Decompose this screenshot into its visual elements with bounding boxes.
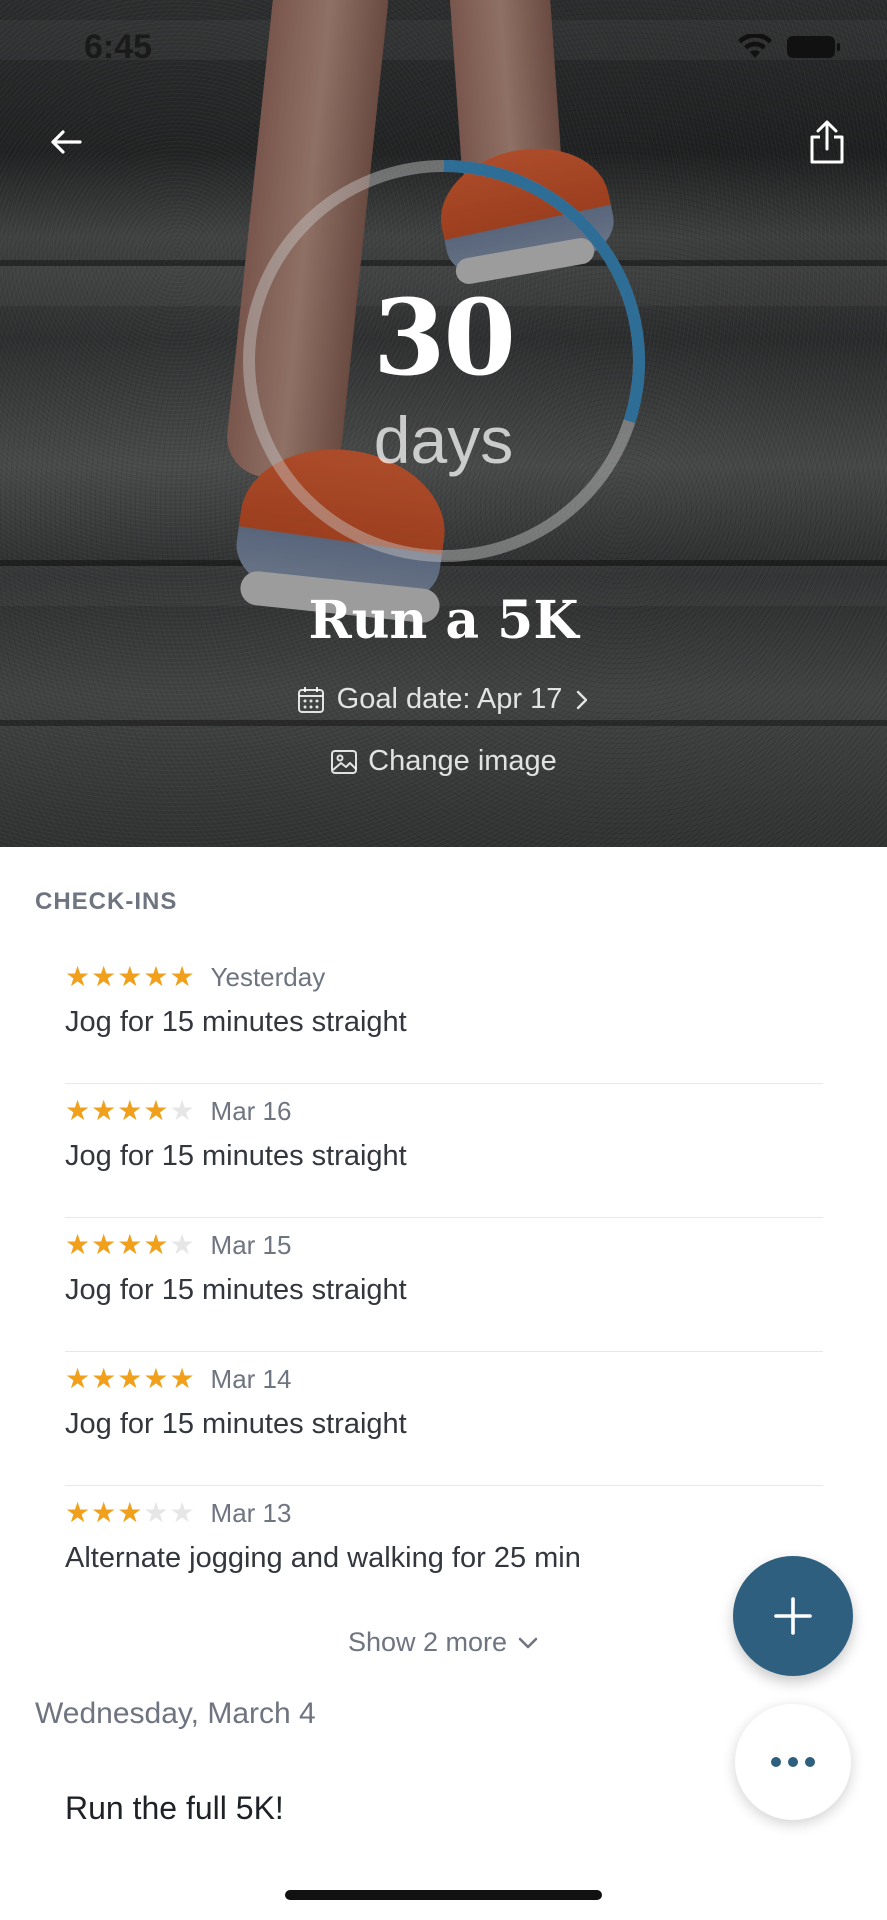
- star-empty-icon: ★: [169, 1497, 195, 1528]
- star-filled-icon: ★: [65, 1229, 91, 1260]
- star-filled-icon: ★: [169, 961, 195, 992]
- star-rating: ★ ★ ★ ★ ★: [65, 1365, 195, 1393]
- hero-header: 6:45 30 days Run a 5K Goal date: Apr 17 …: [0, 0, 887, 847]
- star-filled-icon: ★: [117, 1497, 143, 1528]
- calendar-icon: [297, 686, 324, 713]
- share-icon: [810, 120, 844, 164]
- star-filled-icon: ★: [143, 1095, 169, 1126]
- checkin-text: Jog for 15 minutes straight: [65, 1408, 407, 1440]
- star-rating: ★ ★ ★ ★ ★: [65, 963, 195, 991]
- day-header: Wednesday, March 4: [35, 1697, 316, 1730]
- star-filled-icon: ★: [143, 961, 169, 992]
- checkin-text: Jog for 15 minutes straight: [65, 1274, 407, 1306]
- ellipsis-icon: [771, 1757, 815, 1767]
- image-icon: [331, 749, 358, 774]
- back-button[interactable]: [36, 112, 96, 172]
- star-filled-icon: ★: [117, 1363, 143, 1394]
- star-filled-icon: ★: [143, 1229, 169, 1260]
- change-image-label: Change image: [368, 745, 557, 777]
- star-empty-icon: ★: [143, 1497, 169, 1528]
- checkin-item[interactable]: ★ ★ ★ ★ ★ Mar 14 Jog for 15 minutes straight: [65, 1352, 823, 1486]
- star-filled-icon: ★: [65, 1095, 91, 1126]
- day-count: 30: [373, 276, 516, 399]
- checkin-date: Mar 15: [210, 1229, 292, 1260]
- star-rating: ★ ★ ★ ★ ★: [65, 1097, 195, 1125]
- checkin-item[interactable]: ★ ★ ★ ★ ★ Mar 16 Jog for 15 minutes straight: [65, 1084, 823, 1218]
- star-filled-icon: ★: [65, 1363, 91, 1394]
- star-empty-icon: ★: [169, 1229, 195, 1260]
- star-filled-icon: ★: [91, 1229, 117, 1260]
- checkin-item[interactable]: ★ ★ ★ ★ ★ Yesterday Jog for 15 minutes strai…: [65, 950, 823, 1084]
- goal-title: Run a 5K: [308, 590, 579, 651]
- checkin-item[interactable]: ★ ★ ★ ★ ★ Mar 13 Alternate jogging and walki…: [65, 1486, 823, 1620]
- checkin-item[interactable]: ★ ★ ★ ★ ★ Mar 15 Jog for 15 minutes straight: [65, 1218, 823, 1352]
- checkin-list: ★ ★ ★ ★ ★ Yesterday Jog for 15 minutes strai…: [65, 950, 823, 1620]
- chevron-right-icon: [577, 690, 588, 709]
- show-more-label: Show 2 more: [347, 1627, 508, 1657]
- wifi-icon: [738, 34, 772, 58]
- checkins-header: CHECK-INS: [35, 888, 178, 915]
- goal-date-label: Goal date: Apr 17: [336, 683, 563, 715]
- star-filled-icon: ★: [169, 1363, 195, 1394]
- star-rating: ★ ★ ★ ★ ★: [65, 1231, 195, 1259]
- checkin-date: Mar 14: [210, 1363, 292, 1394]
- checkin-date: Mar 13: [210, 1497, 292, 1528]
- status-bar: 6:45: [0, 0, 887, 100]
- checkin-text: Jog for 15 minutes straight: [65, 1140, 407, 1172]
- checkin-date: Mar 16: [210, 1095, 292, 1126]
- plus-icon: [774, 1597, 812, 1635]
- day-count-unit: days: [373, 403, 514, 477]
- chevron-down-icon: [518, 1637, 538, 1648]
- star-empty-icon: ★: [169, 1095, 195, 1126]
- battery-icon: [787, 36, 840, 58]
- star-filled-icon: ★: [91, 1095, 117, 1126]
- change-image-button[interactable]: Change image: [0, 745, 887, 778]
- star-filled-icon: ★: [91, 1363, 117, 1394]
- status-icons: [737, 34, 840, 60]
- home-indicator: [285, 1890, 602, 1900]
- checkin-date: Yesterday: [210, 961, 326, 992]
- more-options-button[interactable]: [735, 1704, 851, 1820]
- star-filled-icon: ★: [91, 961, 117, 992]
- goal-date-button[interactable]: Goal date: Apr 17: [0, 683, 887, 716]
- add-checkin-button[interactable]: [733, 1556, 853, 1676]
- share-button[interactable]: [797, 112, 857, 172]
- star-filled-icon: ★: [65, 961, 91, 992]
- star-filled-icon: ★: [65, 1497, 91, 1528]
- note-text[interactable]: Run the full 5K!: [65, 1790, 284, 1827]
- star-filled-icon: ★: [117, 1095, 143, 1126]
- star-filled-icon: ★: [117, 1229, 143, 1260]
- star-rating: ★ ★ ★ ★ ★: [65, 1499, 195, 1527]
- arrow-left-icon: [51, 130, 82, 154]
- checkin-text: Jog for 15 minutes straight: [65, 1006, 407, 1038]
- star-filled-icon: ★: [117, 961, 143, 992]
- star-filled-icon: ★: [143, 1363, 169, 1394]
- checkin-text: Alternate jogging and walking for 25 min: [65, 1542, 581, 1574]
- star-filled-icon: ★: [91, 1497, 117, 1528]
- status-time: 6:45: [84, 28, 153, 66]
